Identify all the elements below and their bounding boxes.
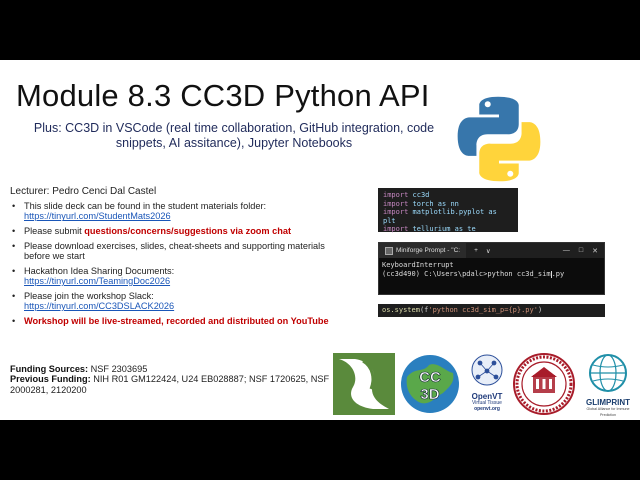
list-item: Workshop will be live-streamed, recorded…	[10, 315, 350, 327]
glimprint-name: GLIMPRINT	[586, 398, 630, 407]
slide-subtitle: Plus: CC3D in VSCode (real time collabor…	[33, 121, 435, 150]
slack-link[interactable]: https://tinyurl.com/CC3DSLACK2026	[24, 301, 174, 311]
funding-label: Funding Sources:	[10, 364, 89, 374]
university-seal-icon	[513, 353, 575, 415]
window-controls: — □ ✕	[563, 247, 604, 255]
terminal-tab[interactable]: Miniforge Prompt - "C:	[379, 243, 467, 258]
code-keyword: import	[383, 208, 409, 216]
os-system-code-snippet: os.system(f'python cc3d_sim_p={p}.py')	[378, 304, 605, 317]
terminal-prompt-line: (cc3d490) C:\Users\pdalc>python cc3d_sim…	[382, 270, 601, 279]
cc3d-logo-icon: CC 3D	[401, 355, 459, 413]
import-code-snippet: import cc3d import torch as nn import ma…	[378, 188, 518, 234]
terminal-line: KeyboardInterrupt	[382, 261, 454, 269]
terminal-body[interactable]: KeyboardInterrupt (cc3d490) C:\Users\pda…	[379, 258, 604, 282]
bullet-list: This slide deck can be found in the stud…	[10, 201, 350, 330]
code-string: 'python cc3d_sim_p={p}.py'	[428, 306, 538, 314]
glimprint-logo: GLIMPRINT Global Alliance for Immune Pre…	[579, 353, 637, 417]
bullet-text: Please join the workshop Slack:	[24, 290, 154, 301]
funding-block: Funding Sources: NSF 2303695 Previous Fu…	[10, 364, 340, 395]
list-item: Please submit questions/concerns/suggest…	[10, 226, 350, 237]
glimprint-subtitle: Global Alliance for Immune Prediction	[586, 407, 630, 417]
bullet-text: Please download exercises, slides, cheat…	[24, 240, 325, 261]
code-paren-close: )	[537, 306, 543, 314]
openvt-logo: OpenVT Virtual Tissue openvt.org	[464, 353, 510, 415]
code-module: tellurium as te	[408, 225, 476, 233]
python-logo-icon	[457, 96, 541, 182]
close-button[interactable]: ✕	[592, 247, 598, 255]
code-line: import torch as nn	[383, 200, 513, 209]
terminal-icon	[385, 246, 393, 255]
slide-title: Module 8.3 CC3D Python API	[16, 78, 430, 113]
bullet-text: Please submit	[24, 226, 85, 236]
list-item: Please download exercises, slides, cheat…	[10, 241, 350, 262]
terminal-titlebar: Miniforge Prompt - "C: + ∨ — □ ✕	[379, 243, 604, 258]
code-keyword: import	[383, 225, 409, 233]
bullet-emphasis: Workshop will be live-streamed, recorded…	[24, 315, 329, 326]
funding-value: NSF 2303695	[88, 364, 148, 374]
sponsor-logos: CC 3D OpenVT Virtual Tissue openvt.org G…	[333, 353, 638, 417]
code-keyword: import	[383, 191, 409, 199]
list-item: Please join the workshop Slack: https://…	[10, 291, 350, 312]
chevron-down-icon[interactable]: ∨	[486, 247, 491, 255]
green-cell-logo-icon	[333, 353, 395, 415]
openvt-url: openvt.org	[474, 405, 500, 412]
teaming-doc-link[interactable]: https://tinyurl.com/TeamingDoc2026	[24, 276, 170, 286]
code-function: os.system	[382, 306, 420, 314]
code-module: cc3d	[408, 191, 430, 199]
openvt-network-icon	[471, 354, 503, 386]
maximize-button[interactable]: □	[579, 247, 583, 255]
terminal-tab-title: Miniforge Prompt - "C:	[396, 247, 461, 254]
bullet-text: This slide deck can be found in the stud…	[24, 201, 267, 211]
glimprint-globe-icon	[589, 354, 627, 392]
list-item: Hackathon Idea Sharing Documents: https:…	[10, 266, 350, 287]
new-tab-button[interactable]: +	[474, 247, 478, 254]
lecturer-line: Lecturer: Pedro Cenci Dal Castel	[10, 186, 157, 197]
minimize-button[interactable]: —	[563, 247, 570, 255]
terminal-command-end: .py	[551, 270, 565, 278]
code-keyword: import	[383, 199, 409, 208]
code-line: import cc3d	[383, 191, 513, 200]
svg-text:CC: CC	[419, 369, 441, 386]
list-item: This slide deck can be found in the stud…	[10, 201, 350, 222]
bullet-emphasis: questions/concerns/suggestions via zoom …	[84, 226, 292, 236]
code-line: import matplotlib.pyplot as plt	[383, 208, 513, 225]
terminal-window[interactable]: Miniforge Prompt - "C: + ∨ — □ ✕ Keyboar…	[378, 242, 605, 295]
prev-funding-label: Previous Funding:	[10, 374, 91, 385]
terminal-command: (cc3d490) C:\Users\pdalc>python cc3d_sim	[382, 270, 551, 278]
slide: Module 8.3 CC3D Python API Plus: CC3D in…	[0, 60, 640, 420]
code-module: torch as nn	[408, 199, 459, 208]
code-line: import tellurium as te	[383, 225, 513, 234]
student-materials-link[interactable]: https://tinyurl.com/StudentMats2026	[24, 211, 171, 221]
bullet-text: Hackathon Idea Sharing Documents:	[24, 265, 175, 276]
svg-text:3D: 3D	[420, 386, 439, 403]
